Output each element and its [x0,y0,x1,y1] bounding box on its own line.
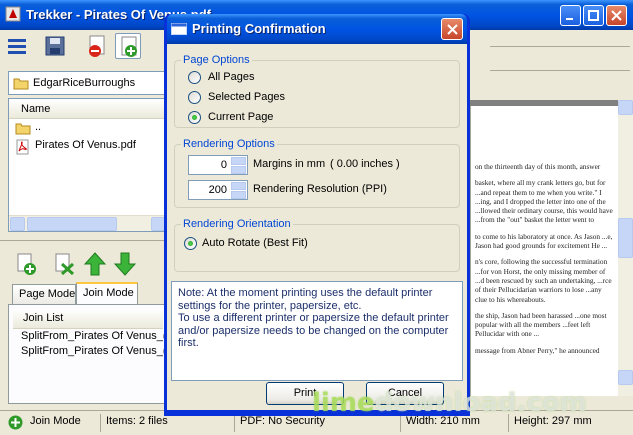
watermark: limedownload.com [312,388,587,418]
folder-icon [13,78,29,90]
minimize-icon [566,18,573,20]
current-pages-radio[interactable] [188,111,201,124]
dialog-window-icon [171,23,187,35]
join-list: Join List SplitFrom_Pirates Of Venus_(d … [8,304,168,404]
selected-pages-label[interactable]: Selected Pages [208,91,285,103]
resolution-value[interactable]: 200 [209,184,227,196]
all-pages-radio[interactable] [188,71,201,84]
scroll-thumb[interactable] [618,218,633,258]
save-icon [45,36,65,56]
file-list-item-label: Pirates Of Venus.pdf [35,139,136,151]
scroll-down-button[interactable] [618,370,633,385]
document-paragraph: message from Abner Perry," he announced [475,345,600,355]
page-options-group: Page Options All Pages Selected Pages Cu… [174,54,460,128]
file-list-header[interactable]: Name [9,99,167,119]
save-button[interactable] [42,33,68,59]
document-paragraph: the ship, Jason had been harassed ...one… [475,310,607,339]
menu-icon [8,39,26,54]
add-page-icon[interactable] [14,252,38,276]
margins-spinner[interactable]: 0 [188,155,248,175]
add-document-button[interactable] [115,33,141,59]
remove-document-button[interactable] [84,33,110,59]
join-list-item[interactable]: SplitFrom_Pirates Of Venus_(d [9,344,167,359]
resolution-down-button[interactable] [231,191,246,199]
remove-document-icon [89,35,105,57]
watermark-download: download.com [374,388,587,418]
file-list-item[interactable]: Pirates Of Venus.pdf [9,137,167,155]
dialog-body: Page Options All Pages Selected Pages Cu… [167,44,467,410]
printing-confirmation-dialog: Printing Confirmation Page Options All P… [164,14,470,416]
document-paragraph: n's core, following the successful termi… [475,257,612,304]
margins-inches-label: ( 0.00 inches ) [330,158,400,170]
status-mode: Join Mode [30,415,81,427]
document-paragraph: to come to his laboratory at once. As Ja… [475,231,613,251]
scroll-thumb[interactable] [27,217,117,231]
close-icon [447,24,458,35]
status-separator [234,414,235,432]
rendering-options-legend: Rendering Options [181,138,277,150]
add-document-icon [121,36,137,57]
auto-rotate-radio[interactable] [184,237,197,250]
resolution-spinner[interactable]: 200 [188,180,248,200]
remove-page-icon[interactable] [52,252,76,276]
join-toolbar [8,250,168,280]
rendering-orientation-legend: Rendering Orientation [181,218,293,230]
maximize-button[interactable] [583,5,604,26]
move-up-icon[interactable] [84,252,106,276]
toolbar-divider [490,70,630,71]
pdf-file-icon [16,139,29,155]
document-text: on the thirteenth day of this month, ans… [475,162,615,362]
all-pages-label[interactable]: All Pages [208,71,254,83]
margins-value[interactable]: 0 [221,159,227,171]
document-vscrollbar[interactable] [618,100,633,396]
auto-rotate-label[interactable]: Auto Rotate (Best Fit) [202,237,308,249]
pane-splitter[interactable] [0,240,170,244]
resolution-up-button[interactable] [231,182,246,190]
join-list-item[interactable]: SplitFrom_Pirates Of Venus_(d [9,329,167,344]
scroll-up-button[interactable] [618,100,633,115]
move-down-icon[interactable] [114,252,136,276]
margins-down-button[interactable] [231,166,246,174]
toolbar-divider [490,46,630,47]
join-mode-status-icon [8,415,23,430]
document-paragraph: basket, where all my crank letters go, b… [475,178,613,225]
document-paragraph: on the thirteenth day of this month, ans… [475,162,601,171]
selected-pages-radio[interactable] [188,91,201,104]
preview-toolbar [470,30,633,92]
menu-button[interactable] [4,33,30,59]
join-list-header[interactable]: Join List [13,309,163,329]
dialog-title-bar[interactable]: Printing Confirmation [167,14,467,44]
status-separator [100,414,101,432]
printing-note: Note: At the moment printing uses the de… [171,281,463,381]
margins-label: Margins in mm [253,158,326,170]
page-top-edge [470,100,618,106]
resolution-label: Rendering Resolution (PPI) [253,183,387,195]
status-items: Items: 2 files [106,415,168,427]
folder-up-icon [15,123,31,135]
file-list-hscrollbar[interactable] [9,215,167,231]
tab-page-mode[interactable]: Page Mode [12,284,76,304]
watermark-lime: lime [312,388,375,418]
file-list-item[interactable]: .. [9,119,167,137]
dialog-title: Printing Confirmation [192,21,326,36]
minimize-button[interactable] [560,5,581,26]
folder-path-text: EdgarRiceBurroughs [33,77,136,89]
page-options-legend: Page Options [181,54,252,66]
current-page-label[interactable]: Current Page [208,111,273,123]
main-toolbar [0,30,170,64]
close-icon [611,10,622,21]
tab-join-mode[interactable]: Join Mode [76,282,138,304]
close-button[interactable] [606,5,627,26]
maximize-icon [588,10,599,21]
document-preview[interactable]: on the thirteenth day of this month, ans… [470,100,618,396]
rendering-orientation-group: Rendering Orientation Auto Rotate (Best … [174,218,460,272]
app-icon [5,6,21,22]
rendering-options-group: Rendering Options 0 Margins in mm ( 0.00… [174,138,460,208]
dialog-close-button[interactable] [441,18,463,40]
scroll-left-button[interactable] [10,217,25,231]
folder-path-combo[interactable]: EdgarRiceBurroughs [8,71,168,95]
file-list: Name .. Pirates Of Venus.pdf [8,98,168,232]
margins-up-button[interactable] [231,157,246,165]
file-list-item-label: .. [35,121,42,133]
